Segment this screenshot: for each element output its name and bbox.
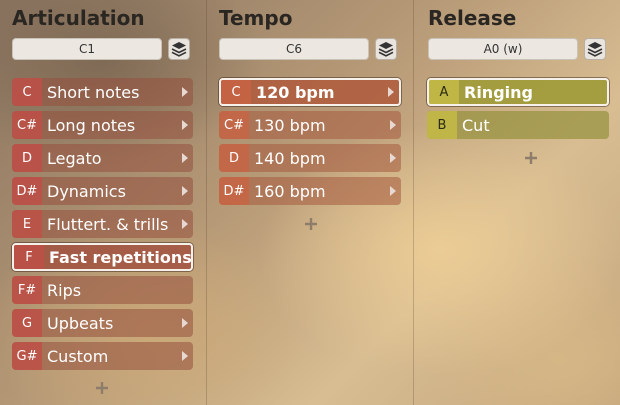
item-key: A [429,80,459,104]
layers-icon [171,42,187,57]
articulation-add-button[interactable] [92,378,112,398]
chevron-right-icon [177,210,193,238]
tempo-title: Tempo [219,6,293,30]
chevron-right-icon [385,111,401,139]
release-title: Release [428,6,517,30]
tempo-preset-menu-button[interactable] [375,38,397,60]
chevron-right-icon [177,342,193,370]
articulation-item-fluttert-trills[interactable]: E Fluttert. & trills [12,210,193,238]
item-label: Short notes [47,82,140,102]
item-label: Cut [462,115,490,135]
item-key: D [219,144,249,172]
item-key: C# [12,111,42,139]
item-label: Ringing [464,82,533,102]
chevron-right-icon [385,177,401,205]
item-label: Fast repetitions [49,247,192,267]
tempo-add-button[interactable] [301,214,321,234]
tempo-item-130-bpm[interactable]: C# 130 bpm [219,111,401,139]
chevron-right-icon [177,177,193,205]
item-key: C [221,80,251,104]
chevron-right-icon [192,245,193,269]
item-key: D [12,144,42,172]
release-preset-menu-button[interactable] [584,38,606,60]
tempo-column: Tempo C6 C 120 bpm C# 130 bpm D 140 bpm [206,0,413,405]
item-label: Dynamics [47,181,126,201]
plus-icon [305,218,317,230]
layers-icon [587,42,603,57]
chevron-right-icon [177,111,193,139]
tempo-item-140-bpm[interactable]: D 140 bpm [219,144,401,172]
item-label: 160 bpm [254,181,326,201]
release-item-cut[interactable]: B Cut [427,111,609,139]
item-key: B [427,111,457,139]
chevron-right-icon [177,309,193,337]
item-label: Rips [47,280,82,300]
articulation-item-dynamics[interactable]: D# Dynamics [12,177,193,205]
item-key: D# [219,177,249,205]
item-key: C [12,78,42,106]
item-label: Fluttert. & trills [47,214,169,234]
articulation-column: Articulation C1 C Short notes C# Long no… [0,0,206,405]
articulation-title: Articulation [12,6,145,30]
articulation-preset-field[interactable]: C1 [12,38,162,60]
item-key: C# [219,111,249,139]
item-label: 140 bpm [254,148,326,168]
articulation-item-custom[interactable]: G# Custom [12,342,193,370]
chevron-right-icon [383,80,399,104]
articulation-item-rips[interactable]: F# Rips [12,276,193,304]
item-key: D# [12,177,42,205]
release-item-ringing[interactable]: A Ringing [427,78,609,106]
chevron-right-icon [177,144,193,172]
articulation-item-upbeats[interactable]: G Upbeats [12,309,193,337]
item-label: Long notes [47,115,136,135]
articulation-item-legato[interactable]: D Legato [12,144,193,172]
item-label: Custom [47,346,109,366]
release-column: Release A0 (w) A Ringing B Cut [413,0,620,405]
item-key: G# [12,342,42,370]
tempo-preset-field[interactable]: C6 [219,38,369,60]
item-label: 120 bpm [256,82,335,102]
release-add-button[interactable] [521,148,541,168]
item-key: G [12,309,42,337]
item-label: 130 bpm [254,115,326,135]
item-key: E [12,210,42,238]
articulation-item-short-notes[interactable]: C Short notes [12,78,193,106]
tempo-item-120-bpm[interactable]: C 120 bpm [219,78,401,106]
item-label: Legato [47,148,102,168]
item-key: F [14,245,44,269]
plus-icon [525,152,537,164]
plus-icon [96,382,108,394]
articulation-preset-menu-button[interactable] [168,38,190,60]
layers-icon [378,42,394,57]
chevron-right-icon [177,78,193,106]
item-key: F# [12,276,42,304]
chevron-right-icon [385,144,401,172]
release-preset-field[interactable]: A0 (w) [428,38,578,60]
item-label: Upbeats [47,313,114,333]
articulation-item-fast-repetitions[interactable]: F Fast repetitions [12,243,193,271]
tempo-item-160-bpm[interactable]: D# 160 bpm [219,177,401,205]
articulation-item-long-notes[interactable]: C# Long notes [12,111,193,139]
